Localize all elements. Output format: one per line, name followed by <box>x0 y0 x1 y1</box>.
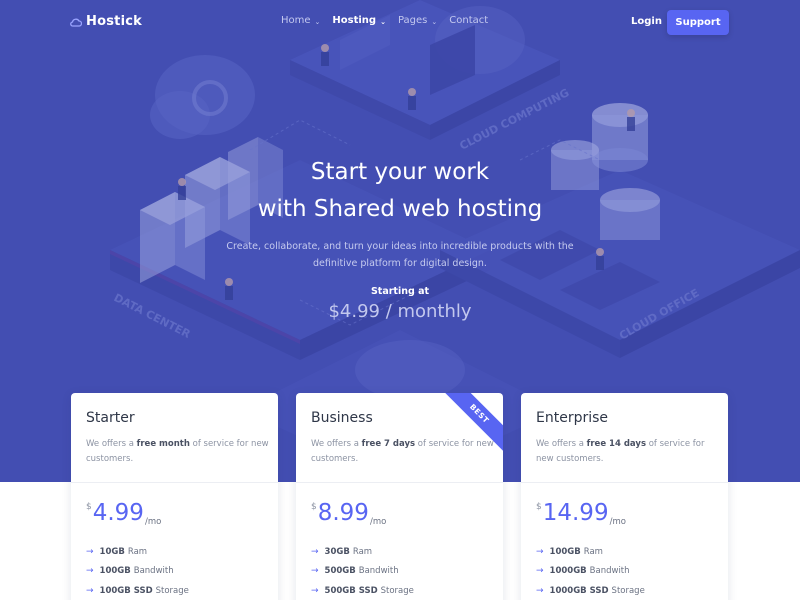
arrow-right-icon: → <box>536 546 544 557</box>
arrow-right-icon: → <box>86 566 94 577</box>
feature-value: 30GB <box>324 546 350 557</box>
nav-label: Hosting <box>332 15 377 26</box>
plan-price: $ 8.99 /mo <box>311 499 386 527</box>
feature-item: → 30GB Ram <box>311 542 414 562</box>
feature-value: 500GB <box>324 566 356 577</box>
divider <box>521 482 728 483</box>
arrow-right-icon: → <box>311 546 319 557</box>
chevron-down-icon: ⌄ <box>314 17 321 26</box>
price-amount: 14.99 <box>542 500 609 526</box>
feature-item: → 1000GB SSD Storage <box>536 581 645 600</box>
price-period: /mo <box>369 517 387 527</box>
feature-label: Ram <box>583 546 603 557</box>
hero-title-line1: Start your work <box>310 159 490 185</box>
hero-title: Start your work with Shared web hosting <box>150 154 650 228</box>
arrow-right-icon: → <box>311 566 319 577</box>
divider <box>296 482 503 483</box>
plan-name: Enterprise <box>536 410 609 426</box>
feature-item: → 10GB Ram <box>86 542 189 562</box>
feature-item: → 100GB Bandwith <box>86 562 189 582</box>
feature-label: Storage <box>380 585 414 596</box>
login-link[interactable]: Login <box>631 16 662 27</box>
feature-label: Storage <box>611 585 645 596</box>
hero-title-line2: with Shared web hosting <box>257 196 543 222</box>
main-menu: Home ⌄ Hosting ⌄ Pages ⌄ Contact <box>281 15 500 26</box>
support-button[interactable]: Support <box>667 10 729 35</box>
plan-card-enterprise[interactable]: Enterprise We offers a free 14 days of s… <box>521 393 728 600</box>
plan-name: Starter <box>86 410 135 426</box>
price-period: /mo <box>609 517 626 527</box>
feature-value: 100GB <box>99 566 131 577</box>
plan-desc-prefix: We offers a <box>86 439 137 449</box>
feature-value: 500GB SSD <box>324 585 378 596</box>
nav-label: Contact <box>449 15 489 26</box>
arrow-right-icon: → <box>536 585 544 596</box>
price-currency: $ <box>311 502 317 512</box>
divider <box>71 482 278 483</box>
feature-value: 1000GB SSD <box>549 585 609 596</box>
plan-desc-prefix: We offers a <box>536 439 587 449</box>
feature-list: → 30GB Ram → 500GB Bandwith → 500GB SSD Storag… <box>311 542 414 600</box>
feature-label: Ram <box>352 546 373 557</box>
plan-card-starter[interactable]: Starter We offers a free month of servic… <box>71 393 278 600</box>
plan-description: We offers a free 14 days of service for … <box>536 437 721 467</box>
cloud-icon <box>70 18 82 27</box>
feature-value: 100GB SSD <box>99 585 153 596</box>
hero-price: $4.99 / monthly <box>328 301 472 322</box>
nav-item-contact[interactable]: Contact <box>449 15 488 26</box>
starting-at-label: Starting at <box>370 286 430 297</box>
feature-label: Bandwith <box>133 566 174 577</box>
chevron-down-icon: ⌄ <box>380 17 386 26</box>
chevron-down-icon: ⌄ <box>431 17 438 26</box>
price-amount: 4.99 <box>92 500 144 526</box>
nav-item-hosting[interactable]: Hosting ⌄ <box>332 15 386 26</box>
plan-desc-prefix: We offers a <box>311 439 362 449</box>
arrow-right-icon: → <box>86 585 94 596</box>
arrow-right-icon: → <box>86 546 94 557</box>
feature-item: → 500GB Bandwith <box>311 562 414 582</box>
feature-item: → 100GB Ram <box>536 542 645 562</box>
plan-name: Business <box>311 410 373 426</box>
plan-description: We offers a free 7 days of service for n… <box>311 437 496 467</box>
feature-value: 100GB <box>549 546 581 557</box>
hero-subtitle-line1: Create, collaborate, and turn your ideas… <box>226 241 574 252</box>
plan-desc-highlight: free 7 days <box>361 439 416 449</box>
feature-label: Bandwith <box>358 566 399 577</box>
arrow-right-icon: → <box>536 566 544 577</box>
feature-value: 1000GB <box>549 566 587 577</box>
plan-desc-highlight: free 14 days <box>586 439 646 449</box>
nav-label: Home <box>281 15 311 26</box>
hero-subtitle-line2: definitive platform for digital design. <box>313 258 487 269</box>
plan-card-business[interactable]: BEST Business We offers a free 7 days of… <box>296 393 503 600</box>
feature-label: Bandwith <box>589 566 630 577</box>
nav-label: Pages <box>397 15 428 26</box>
price-currency: $ <box>536 502 542 512</box>
nav-item-home[interactable]: Home ⌄ <box>281 15 320 26</box>
plan-description: We offers a free month of service for ne… <box>86 437 271 467</box>
plan-desc-highlight: free month <box>136 439 190 449</box>
navbar: Hostick Home ⌄ Hosting ⌄ Pages ⌄ Contact… <box>0 0 800 44</box>
feature-item: → 500GB SSD Storage <box>311 581 414 600</box>
feature-item: → 1000GB Bandwith <box>536 562 645 582</box>
feature-label: Ram <box>127 546 148 557</box>
price-amount: 8.99 <box>317 500 369 526</box>
nav-item-pages[interactable]: Pages ⌄ <box>398 15 437 26</box>
price-currency: $ <box>86 502 92 512</box>
plan-price: $ 14.99 /mo <box>536 499 626 527</box>
price-period: /mo <box>144 517 162 527</box>
feature-list: → 10GB Ram → 100GB Bandwith → 100GB SSD Storag… <box>86 542 189 600</box>
plan-price: $ 4.99 /mo <box>86 499 161 527</box>
brand-logo[interactable]: Hostick <box>70 14 142 29</box>
feature-list: → 100GB Ram → 1000GB Bandwith → 1000GB SSD Sto… <box>536 542 645 600</box>
brand-name: Hostick <box>86 14 142 29</box>
hero-subtitle: Create, collaborate, and turn your ideas… <box>200 238 600 272</box>
feature-label: Storage <box>155 585 189 596</box>
feature-item: → 100GB SSD Storage <box>86 581 189 600</box>
arrow-right-icon: → <box>311 585 319 596</box>
feature-value: 10GB <box>99 546 125 557</box>
